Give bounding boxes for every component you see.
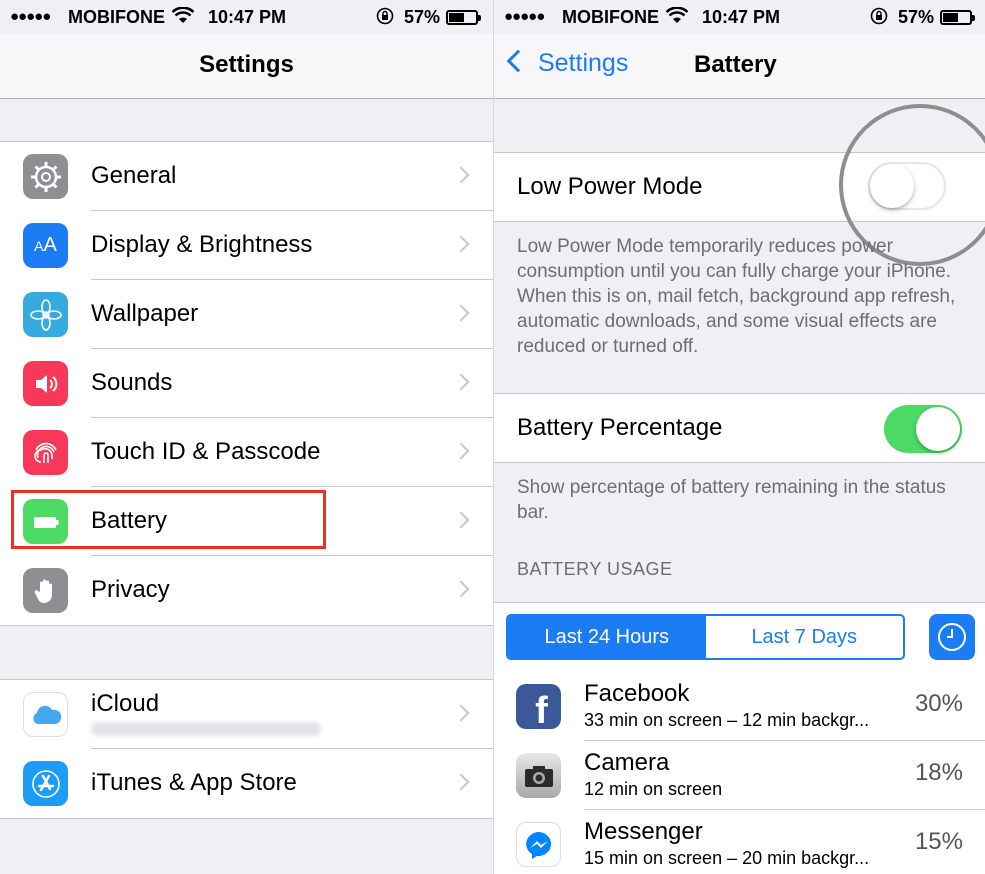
settings-item-display[interactable]: AA Display & Brightness	[0, 211, 493, 280]
app-store-icon	[23, 761, 68, 806]
settings-item-privacy[interactable]: Privacy	[0, 556, 493, 625]
app-usage-percent: 18%	[914, 759, 963, 786]
page-title: Battery	[694, 51, 777, 78]
chevron-right-icon	[452, 580, 470, 598]
page-title: Settings	[199, 51, 294, 78]
chevron-right-icon	[452, 304, 470, 322]
app-usage-detail: 15 min on screen – 20 min backgr...	[584, 848, 870, 868]
usage-period-segmented-control: Last 24 Hours Last 7 Days	[506, 614, 905, 660]
segment-last-24-hours[interactable]: Last 24 Hours	[508, 616, 706, 658]
chevron-right-icon	[452, 235, 470, 253]
status-time: 10:47 PM	[702, 7, 781, 27]
status-bar: ●●●●● MOBIFONE 10:47 PM 57%	[494, 0, 985, 34]
speaker-icon	[23, 361, 68, 406]
battery-percentage-label: Battery Percentage	[517, 414, 723, 441]
settings-item-general[interactable]: General	[0, 142, 493, 211]
app-usage-percent: 30%	[914, 690, 963, 717]
chevron-left-icon	[506, 49, 530, 73]
battery-highlight-box	[11, 490, 326, 549]
settings-group-accounts: iCloud iTunes & App Store	[0, 679, 493, 819]
carrier-name: MOBIFONE	[562, 7, 659, 27]
carrier-name: MOBIFONE	[68, 7, 165, 27]
settings-item-label: Sounds	[91, 369, 173, 396]
camera-icon	[516, 753, 561, 798]
nav-bar: Settings	[0, 34, 493, 99]
low-power-mode-label: Low Power Mode	[517, 173, 703, 200]
back-button[interactable]: Settings	[504, 49, 628, 78]
battery-percentage-toggle[interactable]	[884, 405, 962, 453]
clock-icon[interactable]	[929, 614, 975, 660]
battery-percent: 57%	[404, 7, 441, 27]
settings-item-label: iCloud	[91, 690, 160, 717]
chevron-right-icon	[452, 373, 470, 391]
app-usage-detail: 12 min on screen	[584, 779, 723, 799]
status-bar: ●●●●● MOBIFONE 10:47 PM 57%	[0, 0, 493, 34]
toggle-knob	[916, 407, 960, 451]
orientation-lock-icon	[870, 7, 888, 30]
app-name: Facebook	[584, 680, 690, 707]
battery-usage-header: BATTERY USAGE	[517, 559, 673, 579]
chevron-right-icon	[452, 166, 470, 184]
gear-icon	[23, 154, 68, 199]
chevron-right-icon	[452, 511, 470, 529]
wifi-icon	[171, 6, 195, 30]
low-power-mode-description: Low Power Mode temporarily reduces power…	[517, 236, 956, 357]
battery-indicator-icon	[940, 10, 975, 25]
settings-item-icloud[interactable]: iCloud	[0, 680, 493, 749]
app-usage-percent: 15%	[914, 828, 963, 855]
orientation-lock-icon	[376, 7, 394, 30]
app-usage-row[interactable]: Camera 12 min on screen 18%	[494, 741, 985, 810]
blurred-account-email	[91, 722, 321, 736]
settings-item-touch-id[interactable]: Touch ID & Passcode	[0, 418, 493, 487]
app-usage-row[interactable]: f Facebook 33 min on screen – 12 min bac…	[494, 672, 985, 741]
settings-item-wallpaper[interactable]: Wallpaper	[0, 280, 493, 349]
status-time: 10:47 PM	[208, 7, 287, 27]
battery-indicator-icon	[446, 10, 481, 25]
nav-bar: Settings Battery	[494, 34, 985, 99]
wifi-icon	[665, 6, 689, 30]
facebook-icon: f	[516, 684, 561, 732]
chevron-right-icon	[452, 773, 470, 791]
settings-item-label: Touch ID & Passcode	[91, 438, 321, 465]
app-usage-detail: 33 min on screen – 12 min backgr...	[584, 710, 870, 730]
settings-item-label: Privacy	[91, 576, 170, 603]
fingerprint-icon	[23, 430, 68, 475]
battery-percent: 57%	[898, 7, 935, 27]
settings-group-main: General AA Display & Brightness Wallpape…	[0, 141, 493, 626]
flower-icon	[23, 292, 68, 337]
settings-item-label: Wallpaper	[91, 300, 199, 327]
signal-strength: ●●●●●	[504, 8, 545, 25]
settings-item-sounds[interactable]: Sounds	[0, 349, 493, 418]
settings-screen: ●●●●● MOBIFONE 10:47 PM 57% Settings Gen…	[0, 0, 493, 874]
chevron-right-icon	[452, 442, 470, 460]
settings-item-label: Display & Brightness	[91, 231, 313, 258]
text-size-icon: AA	[23, 223, 68, 268]
battery-screen: ●●●●● MOBIFONE 10:47 PM 57% Settings Bat…	[493, 0, 985, 874]
messenger-icon	[516, 822, 561, 867]
app-usage-row[interactable]: Messenger 15 min on screen – 20 min back…	[494, 810, 985, 874]
segment-last-7-days[interactable]: Last 7 Days	[706, 616, 904, 658]
settings-item-label: iTunes & App Store	[91, 769, 297, 796]
back-button-label: Settings	[538, 49, 629, 77]
battery-percentage-description: Show percentage of battery remaining in …	[517, 477, 946, 523]
battery-percentage-row: Battery Percentage	[494, 393, 985, 463]
chevron-right-icon	[452, 704, 470, 722]
hand-icon	[23, 568, 68, 613]
app-name: Messenger	[584, 818, 703, 845]
app-name: Camera	[584, 749, 670, 776]
settings-item-label: General	[91, 162, 177, 189]
cloud-icon	[23, 692, 68, 737]
signal-strength: ●●●●●	[10, 8, 51, 25]
settings-item-itunes[interactable]: iTunes & App Store	[0, 749, 493, 818]
